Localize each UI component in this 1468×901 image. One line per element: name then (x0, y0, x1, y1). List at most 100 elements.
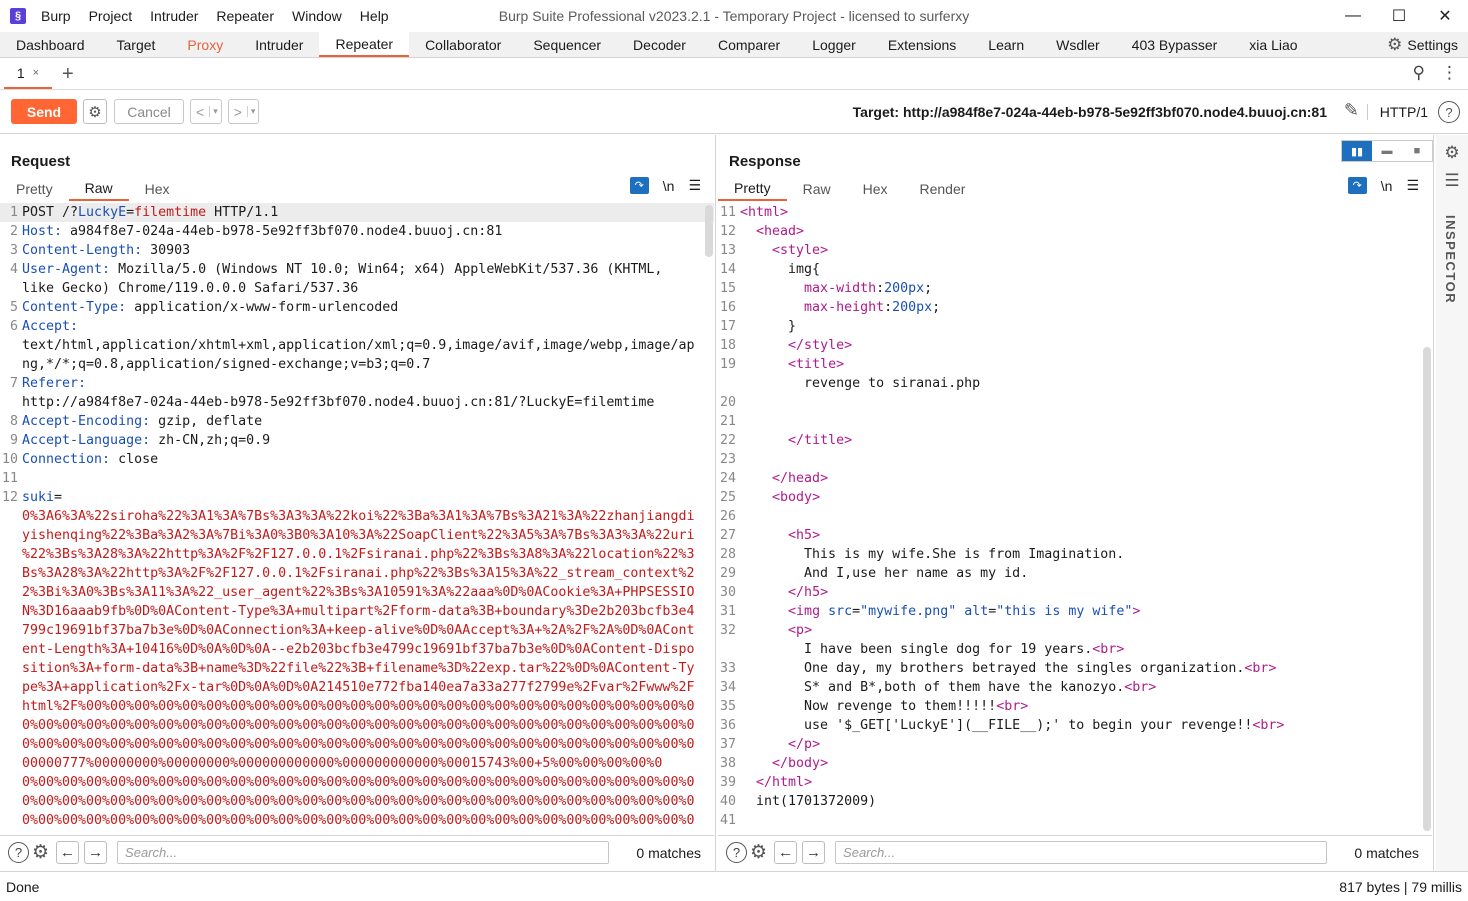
code-line[interactable]: 31 <img src="mywife.png" alt="this is my… (718, 602, 1432, 621)
tab-sequencer[interactable]: Sequencer (517, 32, 617, 57)
code-line[interactable]: 12 <head> (718, 222, 1432, 241)
chevron-down-icon[interactable]: ▾ (209, 106, 221, 117)
code-line[interactable]: 0%00%00%00%00%00%00%00%00%00%00%00%00%00… (0, 830, 714, 831)
code-line[interactable]: 29 And I,use her name as my id. (718, 564, 1432, 583)
code-line[interactable]: 2%3Bi%3A0%3Bs%3A11%3A%22_user_agent%22%3… (0, 583, 714, 602)
tab-comparer[interactable]: Comparer (702, 32, 796, 57)
code-line[interactable]: 39 </html> (718, 773, 1432, 792)
code-line[interactable]: 12 suki= (0, 488, 714, 507)
hamburger-icon[interactable]: ☰ (1406, 177, 1419, 194)
code-line[interactable]: 16 max-height:200px; (718, 298, 1432, 317)
code-line[interactable]: 0%3A6%3A%22siroha%22%3A1%3A%7Bs%3A3%3A%2… (0, 507, 714, 526)
code-line[interactable]: 17 } (718, 317, 1432, 336)
tab-logger[interactable]: Logger (796, 32, 872, 57)
code-line[interactable]: Bs%3A28%3A%22http%3A%2F%2F127.0.0.1%2Fsi… (0, 564, 714, 583)
stacked-view-icon[interactable]: ▬ (1372, 141, 1402, 161)
code-line[interactable]: 35 Now revenge to them!!!!!<br> (718, 697, 1432, 716)
code-line[interactable]: 26 (718, 507, 1432, 526)
tab-hex[interactable]: Hex (129, 177, 186, 201)
code-line[interactable]: 2 Host: a984f8e7-024a-44eb-b978-5e92ff3bf… (0, 222, 714, 241)
tab-raw[interactable]: Raw (787, 177, 847, 201)
code-line[interactable]: 0%00%00%00%00%00%00%00%00%00%00%00%00%00… (0, 735, 714, 754)
cancel-button[interactable]: Cancel (114, 99, 184, 124)
tab-collaborator[interactable]: Collaborator (409, 32, 517, 57)
request-scrollbar[interactable] (705, 205, 713, 257)
search-icon[interactable]: ⚲ (1413, 63, 1425, 83)
close-icon[interactable]: ✕ (1422, 0, 1468, 32)
code-line[interactable]: 38 </body> (718, 754, 1432, 773)
code-line[interactable]: 34 S* and B*,both of them have the kanoz… (718, 678, 1432, 697)
code-line[interactable]: 9 Accept-Language: zh-CN,zh;q=0.9 (0, 431, 714, 450)
menu-intruder[interactable]: Intruder (141, 8, 207, 24)
code-line[interactable]: 23 (718, 450, 1432, 469)
send-button[interactable]: Send (11, 99, 77, 124)
tab-learn[interactable]: Learn (972, 32, 1040, 57)
help-icon[interactable]: ? (8, 842, 29, 863)
code-line[interactable]: 0%00%00%00%00%00%00%00%00%00%00%00%00%00… (0, 811, 714, 830)
wrap-lines-icon[interactable]: ↷ (629, 177, 649, 194)
code-line[interactable]: 33 One day, my brothers betrayed the sin… (718, 659, 1432, 678)
code-line[interactable]: N%3D16aaab9fb%0D%0AContent-Type%3A+multi… (0, 602, 714, 621)
tab-403-bypasser[interactable]: 403 Bypasser (1116, 32, 1234, 57)
search-input[interactable]: Search... (117, 841, 610, 864)
gear-icon[interactable]: ⚙ (750, 841, 767, 864)
minimize-icon[interactable]: — (1330, 0, 1376, 32)
code-line[interactable]: html%2F%00%00%00%00%00%00%00%00%00%00%00… (0, 697, 714, 716)
newline-toggle[interactable]: \n (663, 178, 675, 194)
code-line[interactable]: 20 (718, 393, 1432, 412)
tab-intruder[interactable]: Intruder (239, 32, 319, 57)
tab-wsdler[interactable]: Wsdler (1040, 32, 1116, 57)
code-line[interactable]: 7 Referer: (0, 374, 714, 393)
add-tab-button[interactable]: + (62, 63, 74, 86)
menu-burp[interactable]: Burp (32, 8, 80, 24)
request-editor[interactable]: 1 POST /?LuckyE=filemtime HTTP/1.1 2 Host: … (0, 203, 714, 831)
code-line[interactable]: 6 Accept: (0, 317, 714, 336)
back-button-group[interactable]: < ▾ (190, 99, 222, 124)
code-line[interactable]: I have been single dog for 19 years.<br> (718, 640, 1432, 659)
close-tab-icon[interactable]: × (33, 67, 39, 79)
code-line[interactable]: 27 <h5> (718, 526, 1432, 545)
code-line[interactable]: %22%3Bs%3A28%3A%22http%3A%2F%2F127.0.0.1… (0, 545, 714, 564)
tab-repeater[interactable]: Repeater (319, 32, 410, 57)
code-line[interactable]: 8 Accept-Encoding: gzip, deflate (0, 412, 714, 431)
code-line[interactable]: 24 </head> (718, 469, 1432, 488)
repeater-tab-1[interactable]: 1 × (4, 59, 52, 89)
inspector-label[interactable]: INSPECTOR (1443, 215, 1458, 304)
code-line[interactable]: 22 </title> (718, 431, 1432, 450)
code-line[interactable]: http://a984f8e7-024a-44eb-b978-5e92ff3bf… (0, 393, 714, 412)
code-line[interactable]: like Gecko) Chrome/119.0.0.0 Safari/537.… (0, 279, 714, 298)
code-line[interactable]: 19 <title> (718, 355, 1432, 374)
settings-button[interactable]: ⚙ Settings (1387, 32, 1458, 58)
response-scrollbar[interactable] (1423, 347, 1431, 831)
http-version-toggle[interactable]: HTTP/1 (1366, 104, 1428, 120)
help-icon[interactable]: ? (726, 842, 747, 863)
code-line[interactable]: 25 <body> (718, 488, 1432, 507)
code-line[interactable]: 4 User-Agent: Mozilla/5.0 (Windows NT 10.… (0, 260, 714, 279)
search-input[interactable]: Search... (835, 841, 1328, 864)
code-line[interactable]: pe%3A+application%2Fx-tar%0D%0A%0D%0A214… (0, 678, 714, 697)
code-line[interactable]: 5 Content-Type: application/x-www-form-ur… (0, 298, 714, 317)
code-line[interactable]: 36 use '$_GET['LuckyE'](__FILE__);' to b… (718, 716, 1432, 735)
gear-icon[interactable]: ⚙ (83, 99, 107, 124)
tab-pretty[interactable]: Pretty (0, 177, 69, 201)
hamburger-icon[interactable]: ☰ (688, 177, 701, 194)
code-line[interactable]: 14 img{ (718, 260, 1432, 279)
help-icon[interactable]: ? (1438, 101, 1460, 123)
menu-repeater[interactable]: Repeater (207, 8, 283, 24)
code-line[interactable]: 21 (718, 412, 1432, 431)
arrow-right-icon[interactable]: > (229, 104, 247, 120)
code-line[interactable]: ng,*/*;q=0.8,application/signed-exchange… (0, 355, 714, 374)
gear-icon[interactable]: ⚙ (32, 841, 49, 864)
code-line[interactable]: 3 Content-Length: 30903 (0, 241, 714, 260)
code-line[interactable]: 28 This is my wife.She is from Imaginati… (718, 545, 1432, 564)
code-line[interactable]: revenge to siranai.php (718, 374, 1432, 393)
maximize-icon[interactable]: ☐ (1376, 0, 1422, 32)
menu-project[interactable]: Project (80, 8, 142, 24)
code-line[interactable]: 00000777%00000000%00000000%000000000000%… (0, 754, 714, 773)
code-line[interactable]: 0%00%00%00%00%00%00%00%00%00%00%00%00%00… (0, 773, 714, 792)
menu-help[interactable]: Help (351, 8, 398, 24)
code-line[interactable]: 0%00%00%00%00%00%00%00%00%00%00%00%00%00… (0, 716, 714, 735)
tab-dashboard[interactable]: Dashboard (0, 32, 101, 57)
code-line[interactable]: 11 <html> (718, 203, 1432, 222)
tab-target[interactable]: Target (101, 32, 172, 57)
